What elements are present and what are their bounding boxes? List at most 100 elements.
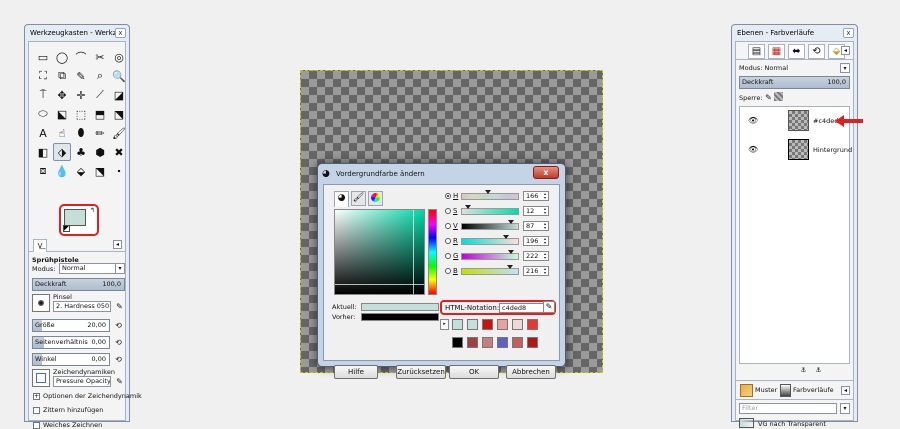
channel-slider-h[interactable] [461, 193, 519, 200]
tool-button-icon[interactable]: ⧉ [53, 67, 71, 85]
channel-radio-r[interactable] [445, 238, 451, 244]
ok-button[interactable]: OK [449, 365, 499, 379]
tool-button-icon[interactable]: ⬕ [53, 105, 71, 123]
tool-button-icon[interactable]: ⧈ [34, 162, 52, 180]
paths-tab[interactable]: ⬌ [788, 44, 805, 59]
dynamics-options-expander[interactable]: Optionen der Zeichendynamik [43, 392, 142, 400]
slider-marker-icon[interactable] [508, 220, 515, 224]
tool-button-icon[interactable]: 🖌 [110, 124, 128, 142]
tool-button-icon[interactable]: ⛶ [34, 67, 52, 85]
reset-button[interactable]: Zurücksetzen [396, 365, 446, 379]
tool-options-tab[interactable]: V͟ [33, 239, 47, 252]
wheel-selector-tab[interactable] [368, 191, 383, 206]
fg-bg-color-area[interactable]: ↰ [59, 204, 99, 236]
smooth-checkbox[interactable] [33, 422, 40, 429]
reset-angle-icon[interactable]: ⟲ [113, 354, 124, 365]
channel-slider-s[interactable] [461, 208, 519, 215]
swap-colors-icon[interactable]: ↰ [90, 207, 95, 214]
angle-slider[interactable]: Winkel 0,00 [32, 353, 110, 366]
channel-radio-b[interactable] [445, 268, 451, 274]
tool-button-icon[interactable]: ⬒ [91, 105, 109, 123]
tool-button-icon[interactable]: ⬔ [91, 162, 109, 180]
jitter-checkbox[interactable] [33, 407, 40, 414]
undo-history-tab[interactable]: ⟲ [808, 44, 825, 59]
gimp-selector-tab[interactable]: ◕ [334, 191, 349, 207]
channel-spinbox-h[interactable]: 166 [523, 191, 549, 201]
foreground-color-swatch[interactable] [64, 209, 86, 226]
channel-slider-g[interactable] [461, 253, 519, 260]
tool-button-icon[interactable]: ✎ [72, 67, 90, 85]
channel-radio-h[interactable] [445, 193, 451, 199]
saturation-value-picker[interactable] [334, 209, 425, 295]
channel-spinbox-s[interactable]: 12 [523, 206, 549, 216]
eye-icon[interactable]: 👁 [748, 145, 758, 154]
tool-button-icon[interactable]: A [34, 124, 52, 142]
layer-opacity-slider[interactable]: Deckkraft 100,0 [739, 76, 850, 89]
reset-colors-icon[interactable] [63, 225, 70, 232]
filter-chevron-down-icon[interactable]: ▾ [840, 403, 850, 414]
help-button[interactable]: Hilfe [334, 365, 378, 379]
tab-menu-icon[interactable]: ◂ [113, 240, 122, 249]
opacity-slider[interactable]: Deckkraft 100,0 [32, 278, 125, 291]
eye-icon[interactable]: 👁 [748, 116, 758, 125]
dynamics-preview[interactable] [32, 369, 50, 387]
filter-input[interactable]: Filter [739, 403, 837, 414]
layers-tab[interactable]: ▤ [748, 44, 765, 59]
hue-strip-slider[interactable] [428, 209, 437, 295]
tool-button-icon[interactable]: ✖ [110, 143, 128, 161]
history-swatch[interactable] [497, 337, 508, 348]
anchor-layer-icon[interactable]: ⚓ [798, 365, 809, 376]
dynamics-name-field[interactable]: Pressure Opacity [53, 376, 111, 387]
layers-tab-menu-icon[interactable]: ◂ [841, 46, 850, 55]
tool-button-icon[interactable]: ⌒ [72, 48, 90, 66]
watercolor-selector-tab[interactable]: 🖌 [351, 191, 366, 206]
channel-slider-r[interactable] [461, 238, 519, 245]
tool-button-icon[interactable]: ⬔ [110, 105, 128, 123]
edit-brush-icon[interactable]: ✎ [114, 301, 125, 312]
tool-button-icon[interactable]: ⬮ [72, 124, 90, 142]
channel-spinbox-r[interactable]: 196 [523, 236, 549, 246]
history-swatch[interactable] [482, 319, 493, 330]
toolbox-close-button[interactable]: x [115, 28, 126, 38]
tool-button-icon[interactable]: ◪ [110, 86, 128, 104]
tool-button-icon[interactable]: 💧 [53, 162, 71, 180]
tool-button-icon[interactable]: ⍑ [34, 86, 52, 104]
dialog-close-button[interactable]: x [533, 166, 559, 179]
tool-button-icon[interactable]: ⟋ [91, 86, 109, 104]
history-swatch[interactable] [527, 319, 538, 330]
history-swatch[interactable] [527, 337, 538, 348]
channel-radio-g[interactable] [445, 253, 451, 259]
channel-radio-s[interactable] [445, 208, 451, 214]
brush-name-field[interactable]: 2. Hardness 050 [53, 301, 111, 312]
tool-button-icon[interactable]: ✥ [53, 86, 71, 104]
tool-button-icon[interactable]: 🔍 [110, 67, 128, 85]
channel-spinbox-v[interactable]: 87 [523, 221, 549, 231]
tool-button-icon[interactable]: ♣ [72, 143, 90, 161]
add-to-history-button[interactable]: ▸ [440, 319, 449, 330]
tool-button-icon[interactable]: ▭ [34, 48, 52, 66]
tool-button-icon[interactable]: ◧ [34, 143, 52, 161]
tool-button-icon[interactable]: ✂ [91, 48, 109, 66]
history-swatch[interactable] [452, 337, 463, 348]
size-slider[interactable]: Größe 20,00 [32, 319, 110, 332]
history-swatch[interactable] [512, 319, 523, 330]
tool-button-icon[interactable]: ✛ [72, 86, 90, 104]
channel-slider-b[interactable] [461, 268, 519, 275]
slider-marker-icon[interactable] [508, 250, 515, 254]
history-swatch[interactable] [467, 337, 478, 348]
mode-dropdown[interactable]: Normal ▾ [59, 263, 125, 274]
color-picker-icon[interactable]: ✎ [543, 301, 555, 313]
history-swatch[interactable] [482, 337, 493, 348]
gradient-item[interactable]: VG nach Transparent [758, 420, 850, 428]
lock-pixels-icon[interactable]: ✎ [763, 92, 774, 103]
layer-mode-chevron-down-icon[interactable]: ▾ [840, 63, 850, 73]
channel-spinbox-b[interactable]: 216 [523, 266, 549, 276]
channel-spinbox-g[interactable]: 222 [523, 251, 549, 261]
reset-size-icon[interactable]: ⟲ [113, 320, 124, 331]
history-swatch[interactable] [512, 337, 523, 348]
aspect-ratio-slider[interactable]: Seitenverhältnis 0,00 [32, 336, 110, 349]
reset-aspect-icon[interactable]: ⟲ [113, 337, 124, 348]
tool-button-icon[interactable]: ⬝ [110, 162, 128, 180]
history-swatch[interactable] [497, 319, 508, 330]
tool-button-icon[interactable]: ⬗ [53, 143, 71, 161]
